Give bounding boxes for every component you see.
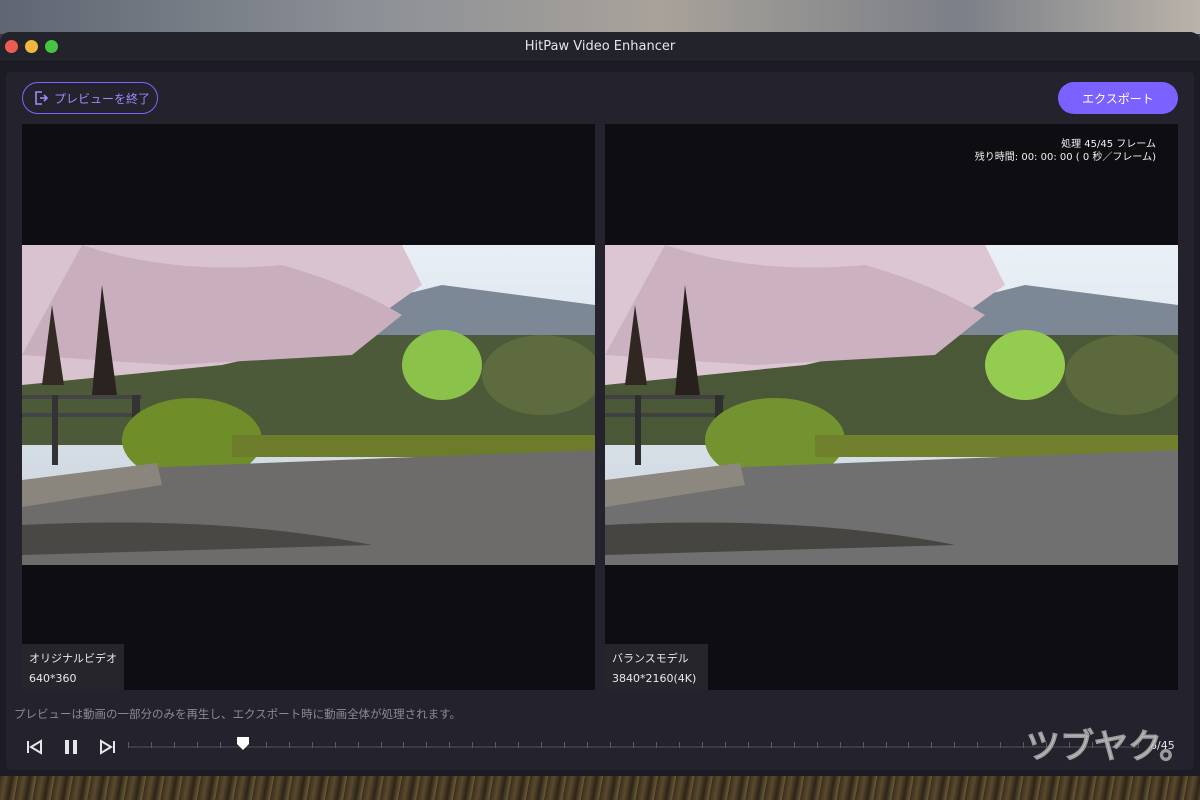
timeline-tick (702, 742, 703, 748)
step-forward-button[interactable] (96, 737, 118, 757)
enhanced-video-pane: 処理 45/45 フレーム 残り時間: 00: 00: 00 ( 0 秒／フレー… (605, 124, 1178, 690)
timeline-tick (794, 742, 795, 748)
app-window: HitPaw Video Enhancer プレビューを終了 エクスポート オリ… (0, 32, 1200, 776)
timeline-tick (335, 742, 336, 748)
desktop-wallpaper-top (0, 0, 1200, 34)
enhanced-video-resolution: 3840*2160(4K) (612, 672, 697, 685)
timeline-tick (748, 742, 749, 748)
timeline-tick (358, 742, 359, 748)
window-title: HitPaw Video Enhancer (524, 39, 676, 54)
exit-icon (35, 91, 49, 105)
pause-icon (65, 740, 77, 754)
timeline-tick (151, 742, 152, 748)
preview-note: プレビューは動画の一部分のみを再生し、エクスポート時に動画全体が処理されます。 (14, 707, 462, 721)
timeline-tick (817, 742, 818, 748)
svg-text:ツブヤク。: ツブヤク。 (1026, 727, 1186, 765)
pause-button[interactable] (60, 737, 82, 757)
timeline-tick (1023, 742, 1024, 748)
enhanced-video-label: バランスモデル 3840*2160(4K) (605, 644, 708, 690)
timeline-tick (840, 742, 841, 748)
timeline-tick (403, 742, 404, 748)
timeline-tick (977, 742, 978, 748)
step-back-icon (27, 739, 42, 755)
playhead-icon (237, 737, 249, 750)
original-video-name: オリジナルビデオ (29, 652, 117, 665)
timeline-tick (174, 742, 175, 748)
timeline-tick (449, 742, 450, 748)
timeline-tick (656, 742, 657, 748)
timeline-tick (128, 742, 129, 748)
timeline-tick (908, 742, 909, 748)
timeline-tick (610, 742, 611, 748)
timeline-tick (1000, 742, 1001, 748)
playback-controls: 6/45 (6, 732, 1194, 762)
exit-preview-label: プレビューを終了 (54, 91, 151, 106)
timeline-tick (771, 742, 772, 748)
desktop-wallpaper-bottom (0, 776, 1200, 800)
export-button[interactable]: エクスポート (1058, 82, 1178, 114)
remaining-time: 残り時間: 00: 00: 00 ( 0 秒／フレーム) (974, 152, 1156, 163)
enhanced-video-frame (605, 245, 1178, 565)
timeline-tick (679, 742, 680, 748)
watermark-logo: ツブヤク。 (1026, 727, 1186, 765)
timeline-tick (220, 742, 221, 748)
timeline-tick (472, 742, 473, 748)
playhead-handle[interactable] (237, 736, 249, 750)
timeline-tick (564, 742, 565, 748)
timeline-tick (725, 742, 726, 748)
title-bar: HitPaw Video Enhancer (0, 32, 1200, 62)
step-forward-icon (100, 739, 115, 755)
timeline-tick (863, 742, 864, 748)
timeline-tick (633, 742, 634, 748)
original-video-frame (22, 245, 595, 565)
enhanced-model-name: バランスモデル (612, 652, 689, 665)
timeline-tick (954, 742, 955, 748)
original-video-resolution: 640*360 (29, 672, 77, 685)
processing-frames: 処理 45/45 フレーム (1061, 139, 1156, 150)
original-video-label: オリジナルビデオ 640*360 (22, 644, 124, 690)
timeline-tick (426, 742, 427, 748)
timeline-tick (197, 742, 198, 748)
exit-preview-button[interactable]: プレビューを終了 (22, 82, 158, 114)
timeline-tick (518, 742, 519, 748)
timeline-tick (886, 742, 887, 748)
timeline-tick (312, 742, 313, 748)
timeline-tick (931, 742, 932, 748)
step-back-button[interactable] (24, 737, 46, 757)
processing-info: 処理 45/45 フレーム 残り時間: 00: 00: 00 ( 0 秒／フレー… (975, 138, 1156, 164)
timeline-tick (495, 742, 496, 748)
original-video-pane: オリジナルビデオ 640*360 (22, 124, 595, 690)
preview-panel: プレビューを終了 エクスポート オリジナルビデオ 640*360 処理 45/4… (6, 72, 1194, 770)
timeline-tick (587, 742, 588, 748)
timeline-track[interactable] (128, 742, 1139, 748)
timeline-tick (266, 742, 267, 748)
timeline-tick (289, 742, 290, 748)
timeline-tick (541, 742, 542, 748)
timeline-tick (381, 742, 382, 748)
